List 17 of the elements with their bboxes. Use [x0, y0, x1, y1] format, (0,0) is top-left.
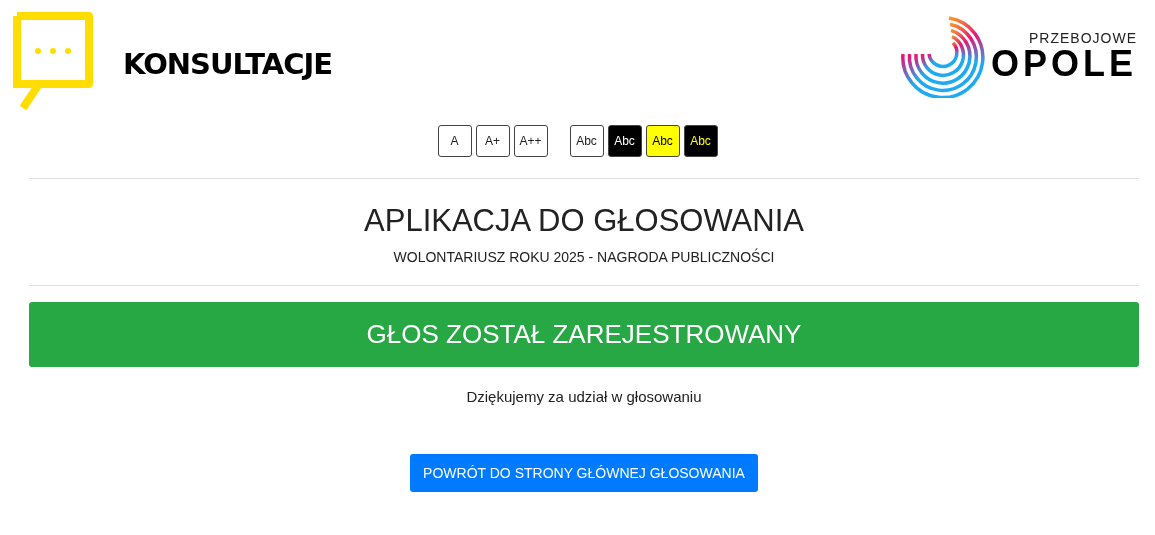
site-name: KONSULTACJE [123, 47, 333, 81]
contrast-button[interactable]: Abc [607, 125, 642, 157]
contrast-button[interactable]: Abc [569, 125, 604, 157]
contrast-button[interactable]: Abc [683, 125, 718, 157]
rings-logo-icon [900, 14, 985, 98]
font-size-button[interactable]: A++ [513, 125, 548, 157]
success-banner: GŁOS ZOSTAŁ ZAREJESTROWANY [29, 302, 1139, 367]
page-title: APLIKACJA DO GŁOSOWANIA [363, 203, 805, 239]
back-button[interactable]: POWRÓT DO STRONY GŁÓWNEJ GŁOSOWANIA [410, 454, 758, 492]
font-size-button[interactable]: A [437, 125, 472, 157]
logo-name: OPOLE [990, 46, 1137, 82]
contrast-button[interactable]: Abc [645, 125, 680, 157]
font-size-button[interactable]: A+ [475, 125, 510, 157]
page-subtitle: WOLONTARIUSZ ROKU 2025 - NAGRODA PUBLICZNOŚCI [392, 249, 776, 265]
logo-tagline: PRZEBOJOWE [1029, 30, 1137, 46]
thank-you-message: Dziękujemy za udział w głosowaniu [465, 388, 703, 405]
speech-bubble-icon [13, 12, 93, 111]
